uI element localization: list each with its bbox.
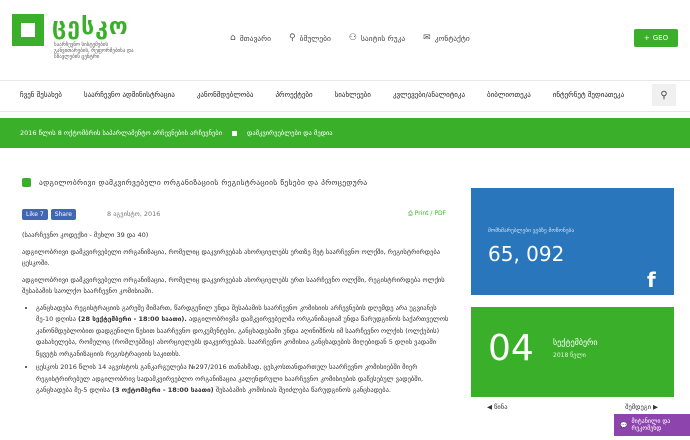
link-icon: ⚲ [288,33,296,43]
topnav-links[interactable]: ⚲ ბმულები [289,33,331,43]
article-title-text: ადგილობრივი დამკვირვებელი ორგანიზაციის რ… [39,178,368,187]
calendar-year: 2018 წელი [553,352,586,359]
content-area: ადგილობრივი დამკვირვებელი ორგანიზაციის რ… [0,148,690,440]
prev-button[interactable]: ◀ წინა [487,403,508,411]
topnav-label: ბმულები [299,33,331,43]
breadcrumb-bar: 2016 წლის 8 ოქტომბრის საპარლამენტო არჩევ… [0,118,690,148]
topnav-label: კონტაქტი [434,33,470,43]
separator-icon [232,130,238,136]
fans-label: მომხმარებლები ვებზე მოწონება [488,228,575,234]
list-item: ცესკოს 2016 წლის 14 აგვისტოს განკარგულებ… [36,362,452,397]
language-geo-button[interactable]: + GEO [634,29,678,47]
fans-count: 65, 092 [488,242,565,266]
chat-icon: 💬 [620,421,628,429]
topnav-contact[interactable]: ✉ კონტაქტი [423,33,470,43]
main-menu: ჩვენ შესახებ საარჩევნო ადმინისტრაცია კან… [20,91,624,99]
main-nav: ჩვენ შესახებ საარჩევნო ადმინისტრაცია კან… [0,80,690,112]
facebook-share-button[interactable]: Share [50,209,77,220]
print-pdf-link[interactable]: ⎙ Print / PDF [408,210,446,218]
menu-item-administration[interactable]: საარჩევნო ადმინისტრაცია [84,91,175,99]
topnav-label: საიტის რუკა [360,33,406,43]
topnav-sitemap[interactable]: ⚇ საიტის რუკა [349,33,405,43]
site-header: ცესკო საარჩევნო სისტემების განვითარების,… [0,0,690,80]
plus-icon: + [643,34,650,42]
menu-item-projects[interactable]: პროექტები [275,91,312,99]
social-buttons: Like 7 Share [22,209,77,220]
menu-item-research[interactable]: კვლევები/ანალიტიკა [393,91,465,99]
next-button[interactable]: შემდეგი ▶ [625,403,658,411]
logo-subtitle: საარჩევნო სისტემების განვითარების, რეფორ… [54,42,134,60]
search-icon: ⚲ [660,89,668,101]
article-title: ადგილობრივი დამკვირვებელი ორგანიზაციის რ… [22,178,367,187]
chat-label: მიტანილი და რეკომენდ [631,418,671,432]
topnav-label: მთავარი [239,33,271,43]
article-paragraph: ადგილობრივი დამკვირვებელი ორგანიზაცია, რ… [22,247,441,268]
facebook-fans-widget[interactable]: მომხმარებლები ვებზე მოწონება 65, 092 f [471,188,674,295]
calendar-month: სექტემბერი [553,338,598,347]
menu-item-mediateka[interactable]: ინტერნეტ მედიათეკა [553,91,624,99]
top-nav: ⌂ მთავარი ⚲ ბმულები ⚇ საიტის რუკა ✉ კონტაქტი [230,33,470,43]
breadcrumb-item[interactable]: 2016 წლის 8 ოქტომბრის საპარლამენტო არჩევ… [20,129,222,137]
chat-widget-button[interactable]: 💬 მიტანილი და რეკომენდ [614,414,690,436]
article-paragraph: ადგილობრივი დამკვირვებელი ორგანიზაცია, რ… [22,275,445,296]
search-button[interactable]: ⚲ [652,84,676,106]
mail-icon: ✉ [423,33,431,43]
breadcrumb-item[interactable]: დამკვირვებლები და მედია [247,129,333,137]
menu-item-about[interactable]: ჩვენ შესახებ [20,91,62,99]
calendar-day: 04 [488,328,534,369]
print-label: Print / PDF [414,210,447,217]
article-body: (საარჩევნო კოდექსი - მუხლი 39 და 40) ადგ… [22,230,452,399]
logo-name[interactable]: ცესკო [52,14,129,40]
facebook-icon: f [647,268,656,292]
article-intro: (საარჩევნო კოდექსი - მუხლი 39 და 40) [22,230,452,242]
facebook-like-button[interactable]: Like 7 [22,209,48,220]
document-icon [22,178,31,187]
menu-item-legislation[interactable]: კანონმდებლობა [197,91,254,99]
article-list: განცხადება რეგისტრაციის გარეშე მიმართ, წ… [22,303,452,397]
language-label: GEO [652,34,669,42]
menu-item-library[interactable]: ბიბლიოთეკა [487,91,531,99]
article-date: 8 აგვისტო, 2016 [107,210,161,218]
topnav-home[interactable]: ⌂ მთავარი [230,33,271,43]
home-icon: ⌂ [230,33,236,43]
list-item: განცხადება რეგისტრაციის გარეშე მიმართ, წ… [36,303,452,361]
menu-item-news[interactable]: სიახლეები [335,91,371,99]
logo-mark[interactable] [12,14,44,46]
sitemap-icon: ⚇ [348,33,357,43]
calendar-widget: 04 სექტემბერი 2018 წელი [471,307,674,397]
print-icon: ⎙ [408,210,415,217]
intro-text: (საარჩევნო კოდექსი - მუხლი 39 და 40) [22,231,149,239]
